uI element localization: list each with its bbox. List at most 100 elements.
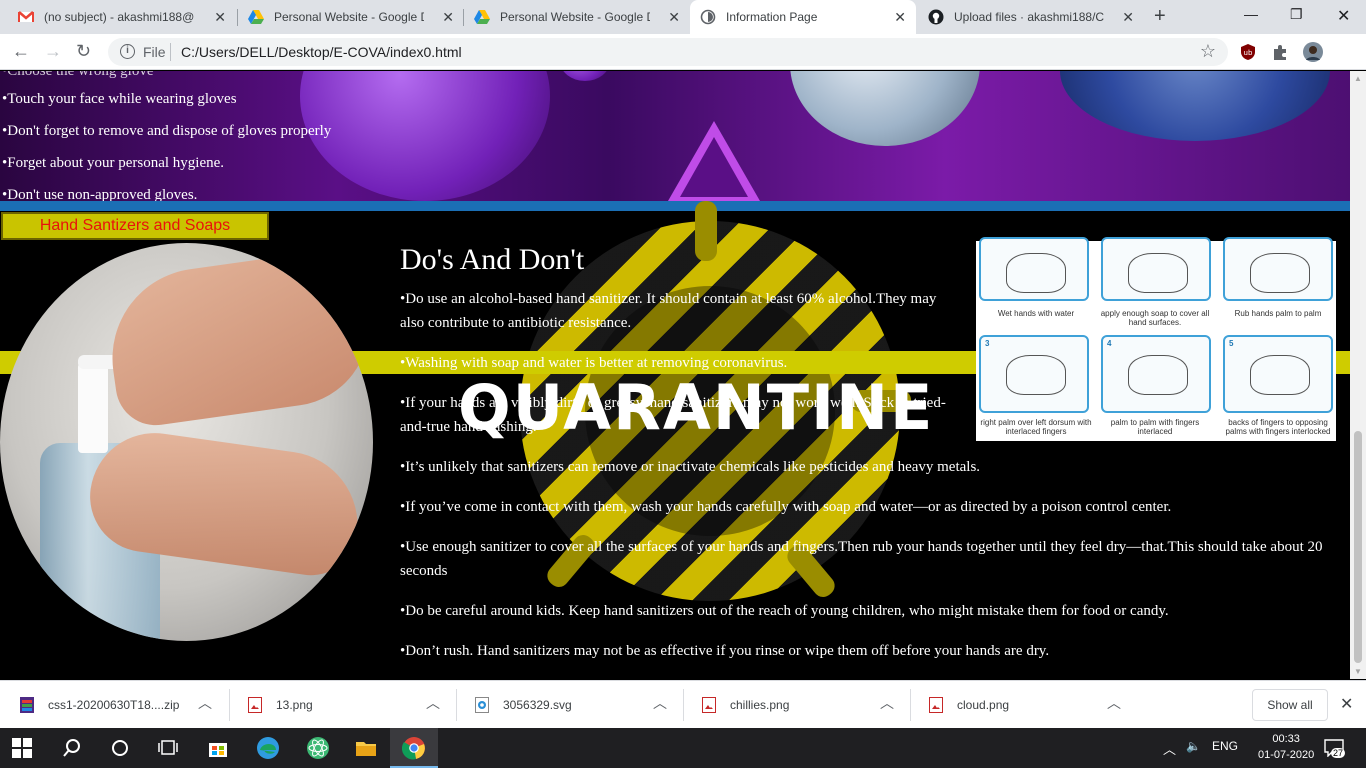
- scheme-label: File: [143, 44, 166, 60]
- advice-paragraph: •It’s unlikely that sanitizers can remov…: [400, 459, 981, 475]
- svg-text:ub: ub: [1244, 49, 1253, 57]
- virus-illustration: [300, 71, 550, 201]
- download-item[interactable]: css1-20200630T18....zip ︿: [0, 681, 228, 729]
- language-indicator[interactable]: ENG: [1212, 739, 1238, 753]
- wash-step-box: [1223, 237, 1333, 301]
- download-filename: cloud.png: [957, 698, 1010, 712]
- bottle-pump: [78, 363, 108, 453]
- download-item[interactable]: 3056329.svg ︿: [455, 681, 683, 729]
- reload-button[interactable]: ↻: [76, 41, 91, 61]
- scroll-up-arrow-icon[interactable]: ▲: [1354, 74, 1362, 83]
- search-icon[interactable]: [62, 738, 82, 758]
- extensions-puzzle-icon[interactable]: [1271, 43, 1289, 61]
- wash-step-box: 4: [1101, 335, 1211, 413]
- back-button[interactable]: ←: [12, 41, 30, 61]
- edge-browser-icon[interactable]: [256, 736, 280, 760]
- step-number: 5: [1229, 339, 1234, 348]
- gmail-icon: [18, 11, 34, 22]
- close-icon[interactable]: ✕: [214, 10, 226, 24]
- minimize-button[interactable]: —: [1244, 6, 1258, 22]
- wash-step-caption: palm to palm with fingers interlaced: [1110, 418, 1200, 436]
- image-file-icon: [702, 697, 716, 713]
- close-window-button[interactable]: ✕: [1337, 6, 1350, 26]
- close-icon[interactable]: ✕: [668, 10, 680, 24]
- page-scrollbar[interactable]: ▲ ▼: [1350, 71, 1366, 679]
- advice-paragraph: •Don’t rush. Hand sanitizers may not be …: [400, 643, 1050, 659]
- clock[interactable]: 00:33 01-07-2020: [1258, 731, 1314, 763]
- atom-editor-icon[interactable]: [306, 736, 330, 760]
- section-divider: [0, 201, 1350, 211]
- address-bar[interactable]: i File C:/Users/DELL/Desktop/E-COVA/inde…: [108, 38, 1228, 66]
- download-filename: 3056329.svg: [503, 698, 572, 712]
- close-icon[interactable]: ✕: [1340, 694, 1353, 714]
- tab-google-drive-2[interactable]: Personal Website - Google Dri ✕: [464, 0, 690, 34]
- microsoft-store-icon[interactable]: [206, 736, 230, 760]
- show-all-button[interactable]: Show all: [1252, 689, 1328, 721]
- section-label: Hand Santizers and Soaps: [1, 212, 269, 240]
- tab-gmail[interactable]: (no subject) - akashmi188@gm ✕: [8, 0, 236, 34]
- google-drive-icon: [248, 10, 264, 24]
- volume-icon[interactable]: 🔈: [1186, 739, 1201, 753]
- chevron-up-icon[interactable]: ︿: [880, 693, 894, 713]
- wash-step-box: 3: [979, 335, 1089, 413]
- file-explorer-icon[interactable]: [354, 736, 378, 760]
- chevron-up-icon[interactable]: ︿: [1163, 739, 1176, 758]
- close-icon[interactable]: ✕: [442, 10, 454, 24]
- download-shelf: css1-20200630T18....zip ︿ 13.png ︿ 30563…: [0, 680, 1366, 728]
- virus-spike: [695, 201, 717, 261]
- tab-github[interactable]: Upload files · akashmi188/COV ✕: [918, 0, 1144, 34]
- gloves-line: •Don't use non-approved gloves.: [2, 187, 198, 201]
- close-icon[interactable]: ✕: [894, 10, 906, 24]
- scrollbar-thumb[interactable]: [1354, 431, 1362, 663]
- gloves-line-partial: •Choose the wrong glove: [2, 71, 154, 79]
- google-drive-icon: [474, 10, 490, 24]
- profile-avatar-icon[interactable]: [1303, 42, 1323, 62]
- windows-taskbar: ︿ 🔈 ENG 00:33 01-07-2020 27: [0, 728, 1366, 768]
- gloves-line: •Forget about your personal hygiene.: [2, 155, 225, 171]
- chevron-up-icon[interactable]: ︿: [198, 693, 212, 713]
- wash-step-caption: apply enough soap to cover all hand surf…: [1100, 309, 1210, 327]
- step-number: 4: [1107, 339, 1112, 348]
- hands-illustration: [1250, 253, 1310, 293]
- new-tab-button[interactable]: +: [1154, 6, 1166, 26]
- hand-sanitizer-photo: [0, 243, 373, 641]
- wash-step-caption: Rub hands palm to palm: [1234, 309, 1322, 318]
- url-text[interactable]: C:/Users/DELL/Desktop/E-COVA/index0.html: [181, 44, 462, 60]
- chrome-icon[interactable]: [402, 736, 426, 760]
- task-view-icon[interactable]: [158, 738, 178, 758]
- time: 00:33: [1272, 733, 1300, 745]
- tab-google-drive-1[interactable]: Personal Website - Google Dri ✕: [238, 0, 464, 34]
- tab-title: Personal Website - Google Dri: [500, 10, 650, 24]
- globe-icon: [700, 9, 716, 25]
- page-viewport: •Choose the wrong glove •Touch your face…: [0, 71, 1350, 679]
- tab-title: Personal Website - Google Dri: [274, 10, 424, 24]
- info-icon[interactable]: i: [120, 44, 135, 59]
- forward-button[interactable]: →: [44, 41, 62, 61]
- image-file-icon: [248, 697, 262, 713]
- chevron-up-icon[interactable]: ︿: [426, 693, 440, 713]
- chevron-up-icon[interactable]: ︿: [653, 693, 667, 713]
- download-item[interactable]: 13.png ︿: [228, 681, 456, 729]
- section-heading: Do's And Don't: [400, 243, 585, 276]
- handwashing-steps-image: Wet hands with water apply enough soap t…: [976, 237, 1336, 441]
- download-item[interactable]: chillies.png ︿: [682, 681, 910, 729]
- scroll-down-arrow-icon[interactable]: ▼: [1354, 667, 1362, 676]
- cortana-icon[interactable]: [110, 738, 130, 758]
- wash-step-caption: backs of fingers to opposing palms with …: [1225, 418, 1331, 436]
- ublock-extension-icon[interactable]: ub: [1239, 43, 1257, 61]
- download-item[interactable]: cloud.png ︿: [909, 681, 1137, 729]
- download-filename: chillies.png: [730, 698, 790, 712]
- tab-information-page[interactable]: Information Page ✕: [690, 0, 916, 34]
- divider: [170, 43, 171, 61]
- advice-paragraph: •Use enough sanitizer to cover all the s…: [400, 539, 1323, 579]
- edge-file-icon: [475, 697, 489, 713]
- maximize-button[interactable]: ❐: [1290, 6, 1303, 23]
- close-icon[interactable]: ✕: [1122, 10, 1134, 24]
- hands-illustration: [1006, 253, 1066, 293]
- windows-start-icon[interactable]: [12, 738, 32, 758]
- chevron-up-icon[interactable]: ︿: [1107, 693, 1121, 713]
- wash-step-caption: Wet hands with water: [997, 309, 1075, 318]
- step-number: 3: [985, 339, 990, 348]
- hands-illustration: [1128, 253, 1188, 293]
- bookmark-star-icon[interactable]: ☆: [1200, 41, 1216, 62]
